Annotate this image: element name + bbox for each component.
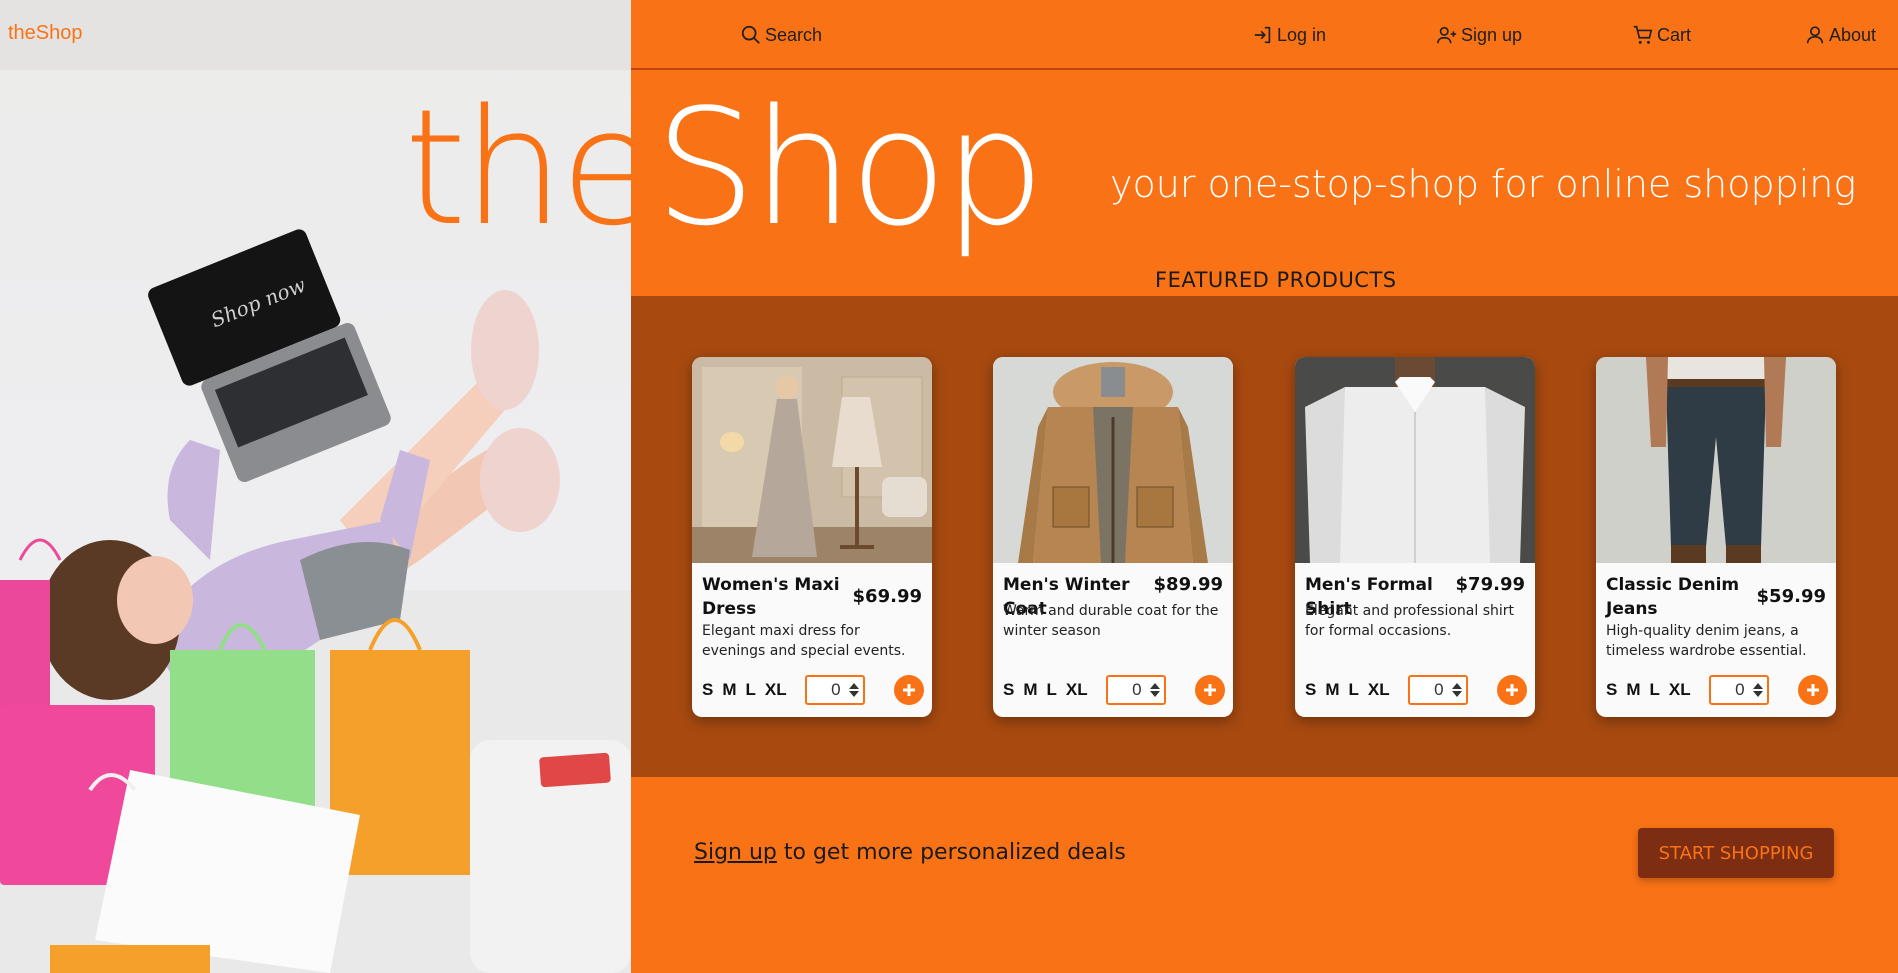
product-card: Women's Maxi Dress $69.99 Elegant maxi d… (692, 357, 932, 717)
size-xl[interactable]: XL (1368, 680, 1390, 700)
size-options: S M L XL (702, 680, 787, 700)
signup-prompt: Sign up to get more personalized deals (694, 840, 1126, 865)
start-shopping-button[interactable]: START SHOPPING (1638, 828, 1834, 878)
product-actions: S M L XL 0 (702, 673, 924, 707)
size-l[interactable]: L (1650, 680, 1660, 700)
nav-about-label: About (1829, 24, 1877, 45)
product-card: Men's Winter Coat $89.99 Warm and durabl… (993, 357, 1233, 717)
product-name: Women's Maxi Dress (702, 575, 840, 619)
size-xl[interactable]: XL (765, 680, 787, 700)
hero-title: theShop (404, 88, 1045, 248)
hero-tagline: your one-stop-shop for online shopping (1110, 162, 1857, 206)
product-card-body: Men's Formal Shirt $79.99 Elegant and pr… (1295, 563, 1535, 717)
product-description: Elegant and professional shirt for forma… (1305, 603, 1514, 639)
quantity-stepper[interactable]: 0 (804, 675, 865, 705)
add-to-cart-button[interactable] (894, 675, 924, 705)
size-options: S M L XL (1305, 680, 1390, 700)
product-name: Classic Denim Jeans (1606, 575, 1740, 619)
quantity-stepper[interactable]: 0 (1407, 675, 1468, 705)
quantity-stepper[interactable]: 0 (1105, 675, 1166, 705)
size-options: S M L XL (1003, 680, 1088, 700)
hero-title-shop: Shop (654, 74, 1045, 261)
product-price: $79.99 (1455, 574, 1525, 595)
add-to-cart-button[interactable] (1497, 675, 1527, 705)
product-card-body: Men's Winter Coat $89.99 Warm and durabl… (993, 563, 1233, 717)
size-s[interactable]: S (702, 680, 713, 700)
size-s[interactable]: S (1305, 680, 1316, 700)
nav-login-label: Log in (1277, 24, 1327, 45)
product-price: $89.99 (1153, 574, 1223, 595)
product-card: Men's Formal Shirt $79.99 Elegant and pr… (1295, 357, 1535, 717)
product-card-body: Women's Maxi Dress $69.99 Elegant maxi d… (692, 563, 932, 717)
top-nav: theShop Search Log in Sign up Cart About (0, 0, 1898, 70)
nav-left-background (0, 0, 631, 70)
quantity-value: 0 (1735, 680, 1745, 699)
product-card-body: Classic Denim Jeans $59.99 High-quality … (1596, 563, 1836, 717)
size-xl[interactable]: XL (1669, 680, 1691, 700)
size-xl[interactable]: XL (1066, 680, 1088, 700)
user-plus-icon (1437, 26, 1457, 44)
hero-title-the: the (404, 74, 659, 261)
product-description: Elegant maxi dress for evenings and spec… (702, 623, 906, 659)
signup-link[interactable]: Sign up (694, 840, 777, 865)
product-price: $59.99 (1756, 586, 1826, 607)
nav-search[interactable]: Search (740, 24, 822, 46)
product-card: Classic Denim Jeans $59.99 High-quality … (1596, 357, 1836, 717)
product-image-jeans (1596, 357, 1836, 563)
product-price: $69.99 (852, 586, 922, 607)
plus-icon (1204, 684, 1216, 696)
cart-icon (1633, 25, 1653, 44)
spinner-arrows-icon[interactable] (848, 683, 859, 697)
product-card-header: Classic Denim Jeans $59.99 (1606, 573, 1826, 621)
quantity-value: 0 (1434, 680, 1444, 699)
signup-prompt-text: to get more personalized deals (776, 840, 1126, 865)
nav-search-label: Search (765, 24, 823, 45)
size-l[interactable]: L (1349, 680, 1359, 700)
product-actions: S M L XL 0 (1606, 673, 1828, 707)
nav-signup[interactable]: Sign up (1436, 24, 1522, 46)
size-s[interactable]: S (1606, 680, 1617, 700)
size-s[interactable]: S (1003, 680, 1014, 700)
nav-signup-label: Sign up (1461, 24, 1523, 45)
quantity-value: 0 (831, 680, 841, 699)
featured-heading: FEATURED PRODUCTS (1155, 268, 1397, 292)
product-description: Warm and durable coat for the winter sea… (1003, 603, 1219, 639)
product-card-header: Men's Winter Coat $89.99 (1003, 573, 1223, 619)
size-l[interactable]: L (746, 680, 756, 700)
size-m[interactable]: M (1325, 680, 1339, 700)
product-image-dress (692, 357, 932, 563)
quantity-stepper[interactable]: 0 (1708, 675, 1769, 705)
size-m[interactable]: M (1626, 680, 1640, 700)
spinner-arrows-icon[interactable] (1752, 683, 1763, 697)
add-to-cart-button[interactable] (1798, 675, 1828, 705)
size-m[interactable]: M (1023, 680, 1037, 700)
search-icon (741, 25, 760, 44)
product-description: High-quality denim jeans, a timeless war… (1606, 623, 1807, 659)
logo[interactable]: theShop (8, 22, 83, 45)
plus-icon (903, 684, 915, 696)
quantity-value: 0 (1132, 680, 1142, 699)
product-actions: S M L XL 0 (1305, 673, 1527, 707)
spinner-arrows-icon[interactable] (1149, 683, 1160, 697)
product-image-shirt (1295, 357, 1535, 563)
size-l[interactable]: L (1047, 680, 1057, 700)
spinner-arrows-icon[interactable] (1451, 683, 1462, 697)
nav-login[interactable]: Log in (1252, 24, 1326, 46)
product-actions: S M L XL 0 (1003, 673, 1225, 707)
size-m[interactable]: M (722, 680, 736, 700)
product-card-header: Men's Formal Shirt $79.99 (1305, 573, 1525, 619)
product-card-header: Women's Maxi Dress $69.99 (702, 573, 922, 621)
nav-cart[interactable]: Cart (1632, 24, 1691, 46)
plus-icon (1506, 684, 1518, 696)
size-options: S M L XL (1606, 680, 1691, 700)
login-icon (1254, 26, 1271, 44)
plus-icon (1807, 684, 1819, 696)
add-to-cart-button[interactable] (1195, 675, 1225, 705)
product-image-coat (993, 357, 1233, 563)
nav-about[interactable]: About (1804, 24, 1876, 46)
user-icon (1806, 26, 1824, 44)
nav-cart-label: Cart (1657, 24, 1692, 45)
